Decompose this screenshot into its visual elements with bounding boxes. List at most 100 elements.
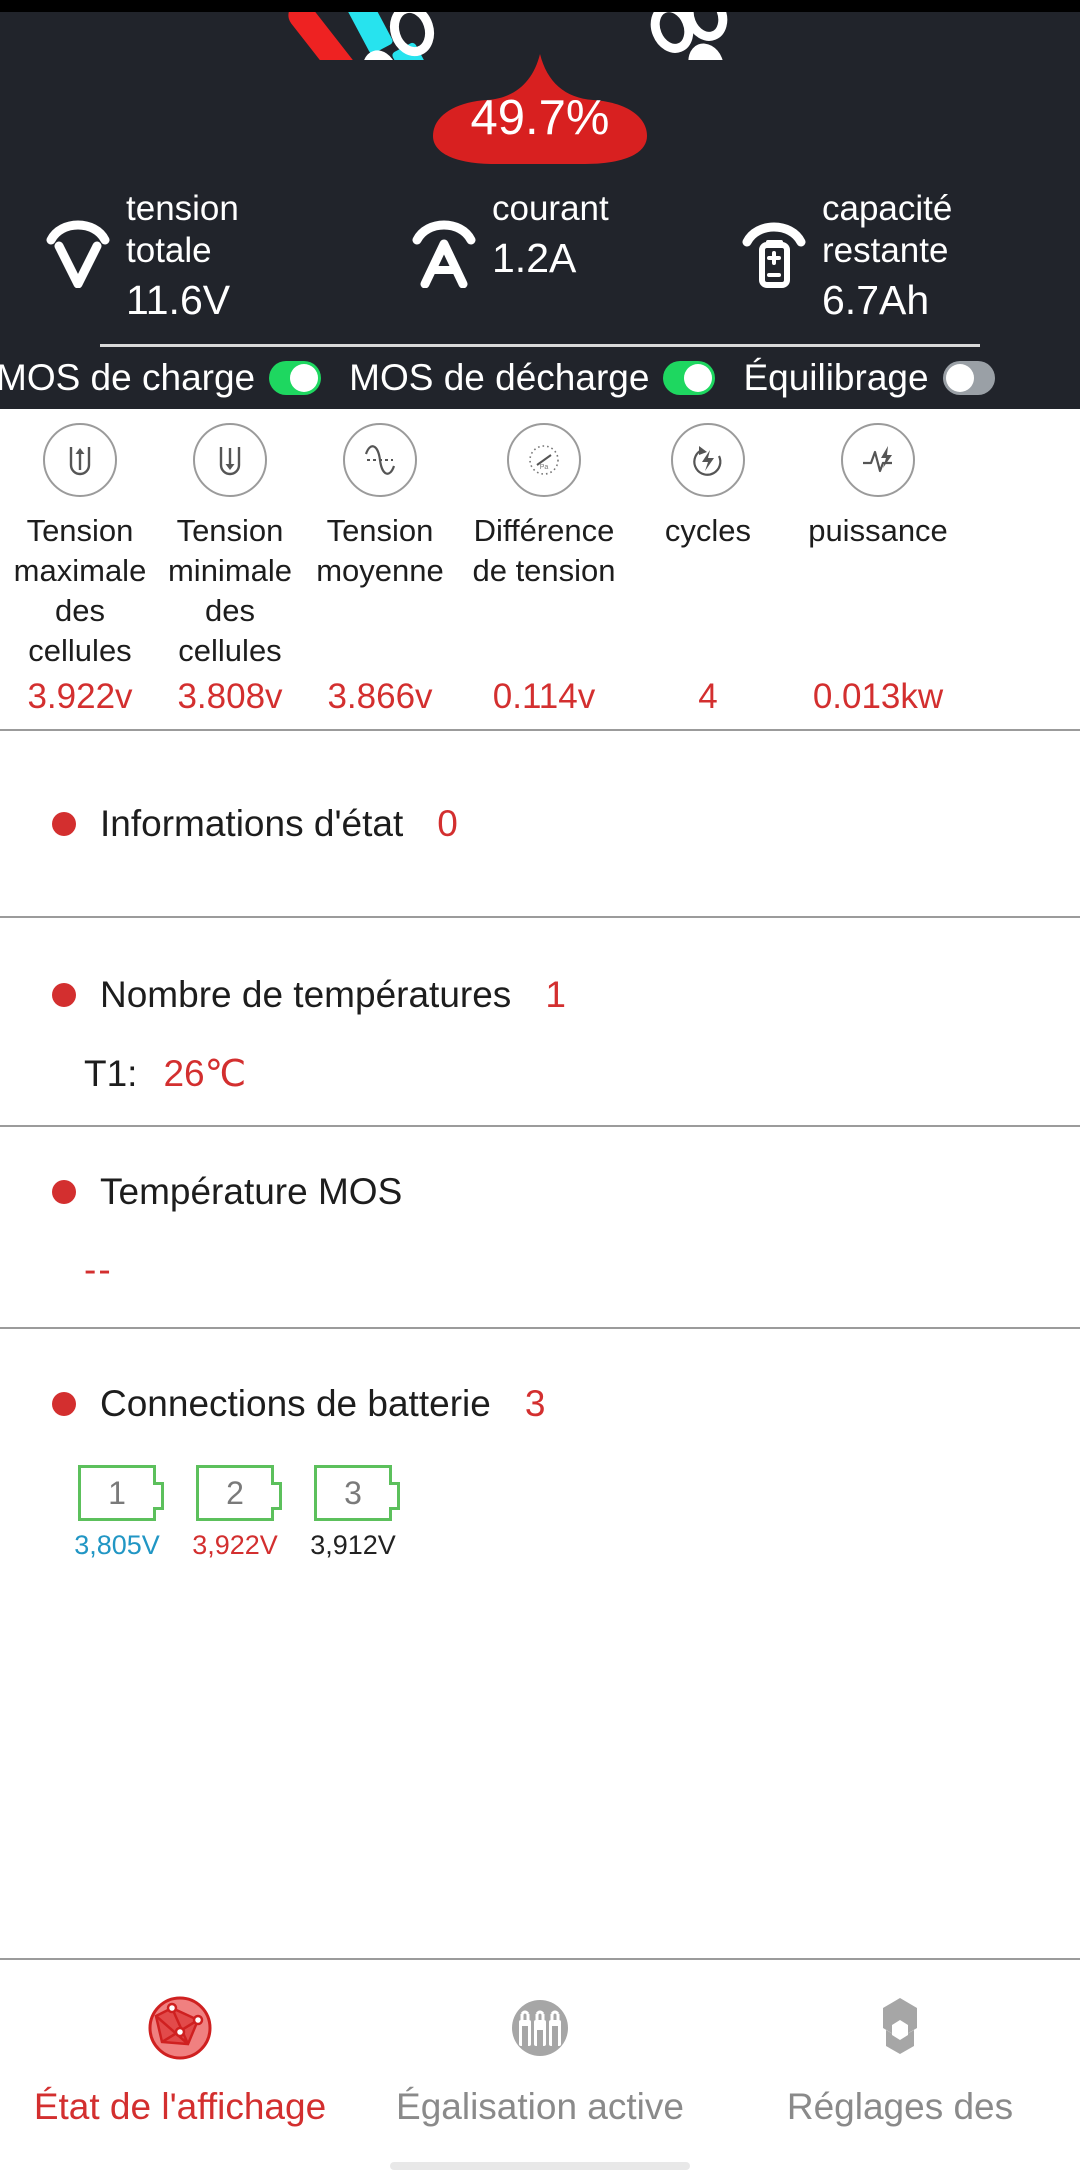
list-item[interactable]: 2 3,922V [192,1465,282,1561]
discharge-mos-toggle-group[interactable]: MOS de décharge [349,357,716,399]
battery-connections-title: Connections de batterie [100,1383,491,1424]
section-status-info[interactable]: Informations d'état 0 [0,731,1080,916]
metric-total-voltage: tension totale 11.6V [8,188,408,326]
stat-cycles: cycles [633,423,783,671]
stat-label: Différence de tension [472,513,616,588]
stat-cell-max-voltage: Tension maximale des cellules [5,423,155,671]
charge-mos-switch[interactable] [269,361,322,395]
battery-capacity-icon [738,202,810,298]
balancing-label: Équilibrage [743,357,929,398]
balancing-toggle-group[interactable]: Équilibrage [743,357,995,399]
voltmeter-icon [42,202,114,298]
status-info-header: Informations d'état 0 [0,803,1080,845]
metric-current: courant 1.2A [408,188,728,298]
cell-statistics: Tension maximale des cellules Tension mi… [0,409,1080,729]
cell-max-voltage-icon [43,423,117,497]
list-item[interactable]: 1 3,805V [74,1465,164,1561]
mos-temperature-title: Température MOS [100,1171,403,1212]
stat-value-max-voltage: 3.922v [27,677,133,716]
bullet-icon [52,1180,76,1204]
section-battery-connections[interactable]: Connections de batterie 3 1 3,805V 2 3,9… [0,1329,1080,1587]
metric-label-line1: capacité [822,189,953,228]
stat-value-voltage-difference: 0.114v [492,677,596,716]
stat-value-average-voltage: 3.866v [327,677,433,716]
cell-statistics-values: 3.922v 3.808v 3.866v 0.114v 4 0.013kw [0,677,1080,717]
status-info-title: Informations d'état [100,802,404,844]
remaining-capacity-value: 6.7Ah [822,277,930,323]
temperatures-header: Nombre de températures 1 [0,974,1080,1016]
battery-cells-icon [498,1986,582,2070]
bottom-navigation: État de l'affichage Égalisation active R… [0,1958,1080,2180]
svg-text:Pa: Pa [540,464,549,471]
battery-cells-row: 1 3,805V 2 3,922V 3 3,912V [0,1465,1080,1561]
battery-cell-voltage: 3,805V [74,1530,160,1560]
metric-label-line2: totale [126,231,212,270]
home-indicator [390,2162,690,2170]
battery-connections-count: 3 [524,1383,546,1424]
battery-cell-icon: 3 [314,1465,400,1521]
mos-toggle-row: MOS de charge MOS de décharge Équilibrag… [0,347,1080,409]
voltage-difference-icon: Pa [507,423,581,497]
current-value: 1.2A [492,235,577,281]
metric-label-line1: courant [492,189,609,228]
power-icon [841,423,915,497]
tab-label-display-status: État de l'affichage [33,2086,327,2127]
stat-label: Tension maximale des cellules [13,513,147,668]
battery-cell-icon: 2 [196,1465,282,1521]
stat-value-min-voltage: 3.808v [177,677,283,716]
battery-connections-header: Connections de batterie 3 [0,1383,1080,1425]
balancing-switch[interactable] [942,361,995,395]
tab-label-active-equalization: Égalisation active [396,2086,684,2127]
list-item[interactable]: 3 3,912V [310,1465,400,1561]
stat-cell-min-voltage: Tension minimale des cellules [155,423,305,671]
stat-power: puissance [783,423,973,671]
stat-label: puissance [808,513,948,548]
tab-settings[interactable]: Réglages des [720,1960,1080,2180]
metric-label-line2: restante [822,231,949,270]
battery-cell-number: 3 [344,1475,362,1511]
bullet-icon [52,983,76,1007]
stat-average-voltage: Tension moyenne [305,423,455,671]
stat-label: Tension minimale des cellules [167,513,293,668]
ammeter-icon [408,202,480,298]
stat-value-power: 0.013kw [812,677,944,716]
battery-cell-icon: 1 [78,1465,164,1521]
temperature-probe-row: T1: 26℃ [0,1052,1080,1095]
temperature-probe-label: T1: [84,1053,138,1094]
temperature-probe-value: 26℃ [163,1053,247,1094]
stat-value-cycles: 4 [698,677,718,716]
state-of-charge-badge: 49.7% [425,54,655,164]
cell-statistics-grid: Tension maximale des cellules Tension mi… [0,423,1080,671]
temperatures-count: 1 [545,974,566,1015]
tab-active-equalization[interactable]: Égalisation active [360,1960,720,2180]
mos-temperature-header: Température MOS [0,1171,1080,1213]
section-temperatures[interactable]: Nombre de températures 1 T1: 26℃ [0,918,1080,1125]
status-info-count: 0 [437,802,458,844]
tab-display-status[interactable]: État de l'affichage [0,1960,360,2180]
metric-label-line1: tension [126,189,239,228]
charge-mos-toggle-group[interactable]: MOS de charge [0,357,322,399]
status-bar [0,0,1080,12]
temperatures-title: Nombre de températures [100,974,512,1015]
section-mos-temperature[interactable]: Température MOS -- [0,1127,1080,1327]
metric-remaining-capacity: capacité restante 6.7Ah [728,188,1068,326]
mos-temperature-value: -- [84,1249,113,1290]
average-voltage-icon [343,423,417,497]
battery-cell-voltage: 3,912V [310,1530,396,1560]
cell-min-voltage-icon [193,423,267,497]
stat-label: Tension moyenne [316,513,444,588]
tab-label-settings: Réglages des [786,2086,1014,2127]
battery-overview-panel: 49.7% tension totale 11.6V courant 1.2A … [0,12,1080,409]
state-of-charge-value: 49.7% [470,91,610,145]
total-voltage-value: 11.6V [126,277,231,323]
bullet-icon [52,1392,76,1416]
stat-voltage-difference: Pa Différence de tension [455,423,633,671]
battery-cell-voltage: 3,922V [192,1530,278,1560]
discharge-mos-label: MOS de décharge [349,357,650,398]
discharge-mos-switch[interactable] [663,361,716,395]
battery-cell-number: 2 [226,1475,244,1511]
stat-label: cycles [664,513,752,548]
battery-cell-number: 1 [108,1475,126,1511]
cycles-icon [671,423,745,497]
hexagon-settings-icon [858,1986,942,2070]
